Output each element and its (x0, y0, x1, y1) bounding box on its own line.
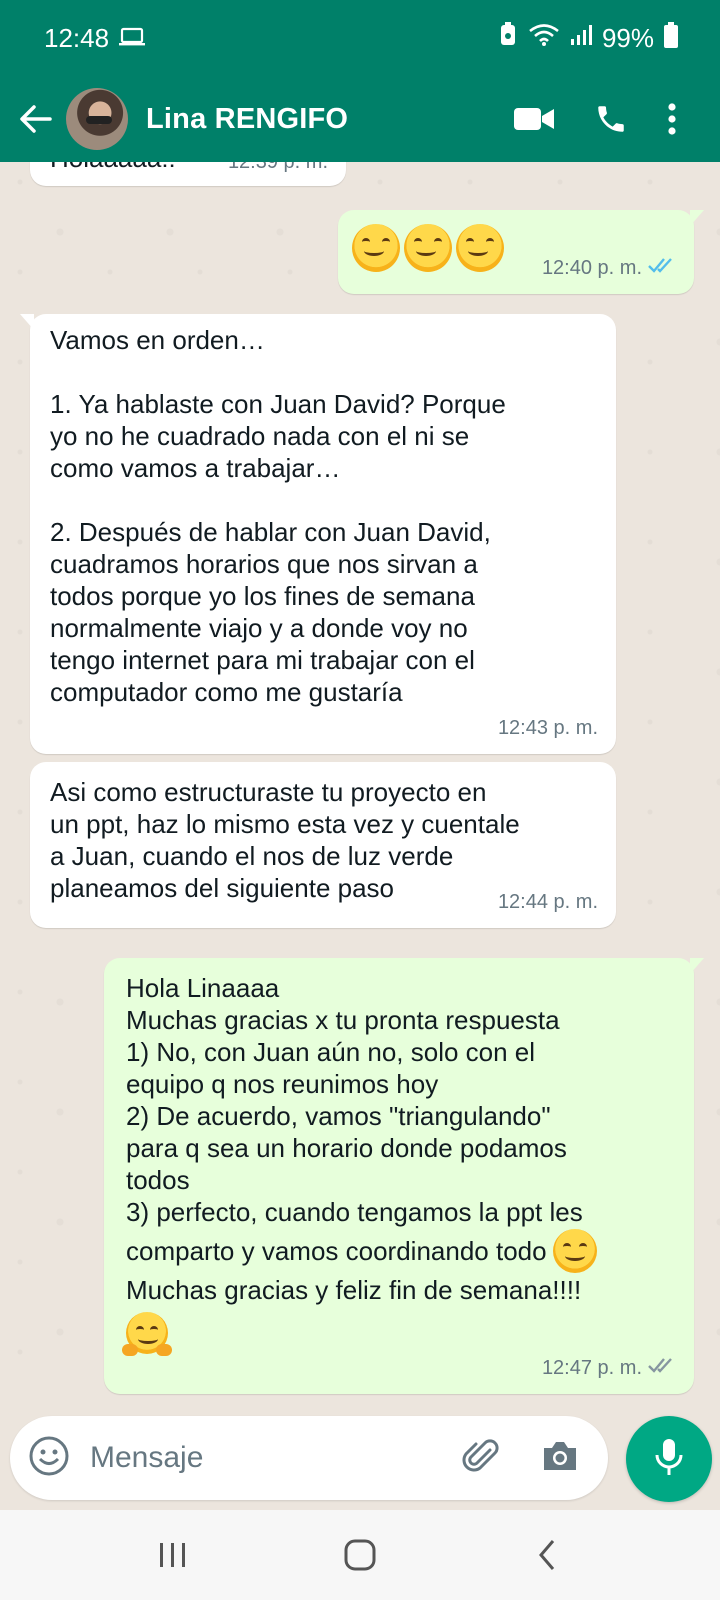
read-ticks-icon (648, 252, 676, 284)
screen-cast-icon (119, 23, 146, 54)
video-call-icon[interactable] (514, 106, 554, 132)
back-icon[interactable] (517, 1539, 577, 1571)
app-bar: Lina RENGIFO (0, 76, 720, 162)
camera-icon[interactable] (540, 1438, 580, 1479)
message-text: Hola Linaaaa Muchas gracias x tu pronta … (126, 973, 583, 1227)
emoji-icon[interactable] (28, 1435, 70, 1482)
message-time: 12:44 p. m. (497, 891, 598, 913)
hugging-face-emoji (122, 1312, 172, 1356)
contact-avatar[interactable] (66, 88, 128, 150)
contact-name[interactable]: Lina RENGIFO (146, 103, 514, 136)
message-text: comparto y vamos coordinando todo (126, 1236, 547, 1266)
battery-saver-icon (498, 21, 518, 55)
message-incoming[interactable]: Vamos en orden… 1. Ya hablaste con Juan … (20, 314, 616, 754)
message-text: Muchas gracias y feliz fin de semana!!!! (126, 1275, 582, 1305)
battery-percent: 99% (601, 22, 654, 53)
more-vert-icon[interactable] (668, 103, 676, 135)
system-navigation-bar (0, 1510, 720, 1600)
message-incoming[interactable]: Asi como estructuraste tu proyecto en un… (30, 762, 616, 928)
message-time: 12:43 p. m. (497, 717, 598, 739)
chat-header: 12:48 99% Lina RENGIFO (0, 0, 720, 162)
message-incoming[interactable]: Holaaaaa!! 12:39 p. m. (30, 162, 346, 186)
attach-icon[interactable] (462, 1436, 502, 1481)
back-arrow-icon[interactable] (12, 104, 58, 134)
smiling-face-emoji (456, 224, 504, 272)
mic-icon (654, 1437, 684, 1482)
status-bar: 12:48 99% (0, 0, 720, 76)
recents-icon[interactable] (143, 1542, 203, 1568)
message-input[interactable]: Mensaje (90, 1441, 462, 1475)
delivered-ticks-icon (648, 1352, 676, 1384)
message-text: Holaaaaa!! (50, 162, 176, 174)
message-time: 12:47 p. m. (541, 1357, 642, 1379)
smiling-face-emoji (552, 1229, 597, 1273)
message-text: Asi como estructuraste tu proyecto en un… (50, 777, 520, 903)
message-outgoing[interactable]: 12:40 p. m. (338, 210, 704, 294)
wifi-icon (528, 23, 560, 54)
battery-icon (664, 21, 678, 55)
message-outgoing[interactable]: Hola Linaaaa Muchas gracias x tu pronta … (104, 958, 704, 1394)
signal-icon (570, 23, 592, 54)
phone-icon[interactable] (594, 102, 628, 136)
home-icon[interactable] (330, 1539, 390, 1571)
smiling-face-emoji (352, 224, 400, 272)
status-time: 12:48 (44, 22, 110, 53)
message-time: 12:40 p. m. (541, 257, 642, 279)
message-time: 12:39 p. m. (227, 162, 328, 173)
mic-button[interactable] (626, 1416, 712, 1502)
message-composer[interactable]: Mensaje (10, 1416, 608, 1500)
smiling-face-emoji (404, 224, 452, 272)
chat-area[interactable]: Holaaaaa!! 12:39 p. m. 12:40 p. m. Vamos… (0, 162, 720, 1402)
message-text: Vamos en orden… 1. Ya hablaste con Juan … (50, 325, 506, 707)
